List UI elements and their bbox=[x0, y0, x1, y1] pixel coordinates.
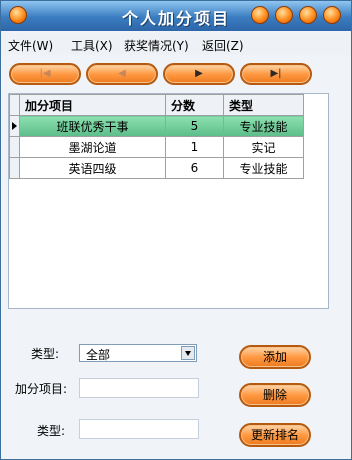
item-name-input[interactable] bbox=[79, 378, 199, 398]
cell-score[interactable]: 5 bbox=[165, 115, 224, 137]
minimize-icon[interactable] bbox=[275, 6, 293, 24]
col-header-type[interactable]: 类型 bbox=[223, 94, 304, 116]
next-record-button[interactable]: ▶ bbox=[163, 63, 235, 85]
row-selector[interactable] bbox=[9, 115, 20, 137]
record-navigator: |◀ ◀ ▶ ▶| bbox=[1, 59, 351, 91]
type-input[interactable] bbox=[79, 419, 199, 439]
table-row[interactable]: 墨湖论道 1 实记 bbox=[9, 136, 304, 158]
close-icon[interactable] bbox=[323, 6, 341, 24]
col-header-item[interactable]: 加分项目 bbox=[19, 94, 166, 116]
cell-score[interactable]: 1 bbox=[165, 136, 224, 158]
window: 个人加分项目 文件(W) 工具(X) 获奖情况(Y) 返回(Z) |◀ ◀ ▶ … bbox=[0, 0, 352, 460]
menu-tools[interactable]: 工具(X) bbox=[71, 37, 113, 54]
type-filter-value: 全部 bbox=[86, 348, 111, 362]
row-selector[interactable] bbox=[9, 136, 20, 158]
type-filter-select[interactable]: 全部 bbox=[79, 344, 197, 362]
type-filter-label: 类型: bbox=[31, 347, 60, 361]
cell-type[interactable]: 专业技能 bbox=[223, 157, 304, 179]
refresh-ranking-button[interactable]: 更新排名 bbox=[239, 423, 311, 447]
chevron-down-icon[interactable] bbox=[181, 346, 195, 360]
menu-back[interactable]: 返回(Z) bbox=[202, 37, 244, 54]
menu-bar: 文件(W) 工具(X) 获奖情况(Y) 返回(Z) bbox=[1, 33, 351, 55]
table-row[interactable]: 班联优秀干事 5 专业技能 bbox=[9, 115, 304, 137]
menu-awards[interactable]: 获奖情况(Y) bbox=[124, 37, 189, 54]
cell-item[interactable]: 班联优秀干事 bbox=[19, 115, 166, 137]
row-selector[interactable] bbox=[9, 157, 20, 179]
menu-file[interactable]: 文件(W) bbox=[8, 37, 53, 54]
help-icon[interactable] bbox=[251, 6, 269, 24]
items-grid[interactable]: 加分项目 分数 类型 班联优秀干事 5 专业技能 墨湖论道 1 实记 英语四级 … bbox=[8, 93, 329, 309]
prev-record-button[interactable]: ◀ bbox=[86, 63, 158, 85]
title-bar: 个人加分项目 bbox=[1, 1, 351, 31]
row-header-corner bbox=[9, 94, 20, 116]
table-header-row: 加分项目 分数 类型 bbox=[9, 94, 304, 116]
item-name-label: 加分项目: bbox=[15, 382, 68, 396]
type-input-label: 类型: bbox=[37, 424, 66, 438]
col-header-score[interactable]: 分数 bbox=[165, 94, 224, 116]
cell-score[interactable]: 6 bbox=[165, 157, 224, 179]
last-record-button[interactable]: ▶| bbox=[240, 63, 312, 85]
first-record-button[interactable]: |◀ bbox=[9, 63, 81, 85]
items-table: 加分项目 分数 类型 班联优秀干事 5 专业技能 墨湖论道 1 实记 英语四级 … bbox=[9, 94, 304, 179]
delete-button[interactable]: 删除 bbox=[239, 383, 311, 407]
cell-type[interactable]: 专业技能 bbox=[223, 115, 304, 137]
table-row[interactable]: 英语四级 6 专业技能 bbox=[9, 157, 304, 179]
maximize-icon[interactable] bbox=[299, 6, 317, 24]
cell-item[interactable]: 英语四级 bbox=[19, 157, 166, 179]
cell-type[interactable]: 实记 bbox=[223, 136, 304, 158]
add-button[interactable]: 添加 bbox=[239, 345, 311, 369]
cell-item[interactable]: 墨湖论道 bbox=[19, 136, 166, 158]
